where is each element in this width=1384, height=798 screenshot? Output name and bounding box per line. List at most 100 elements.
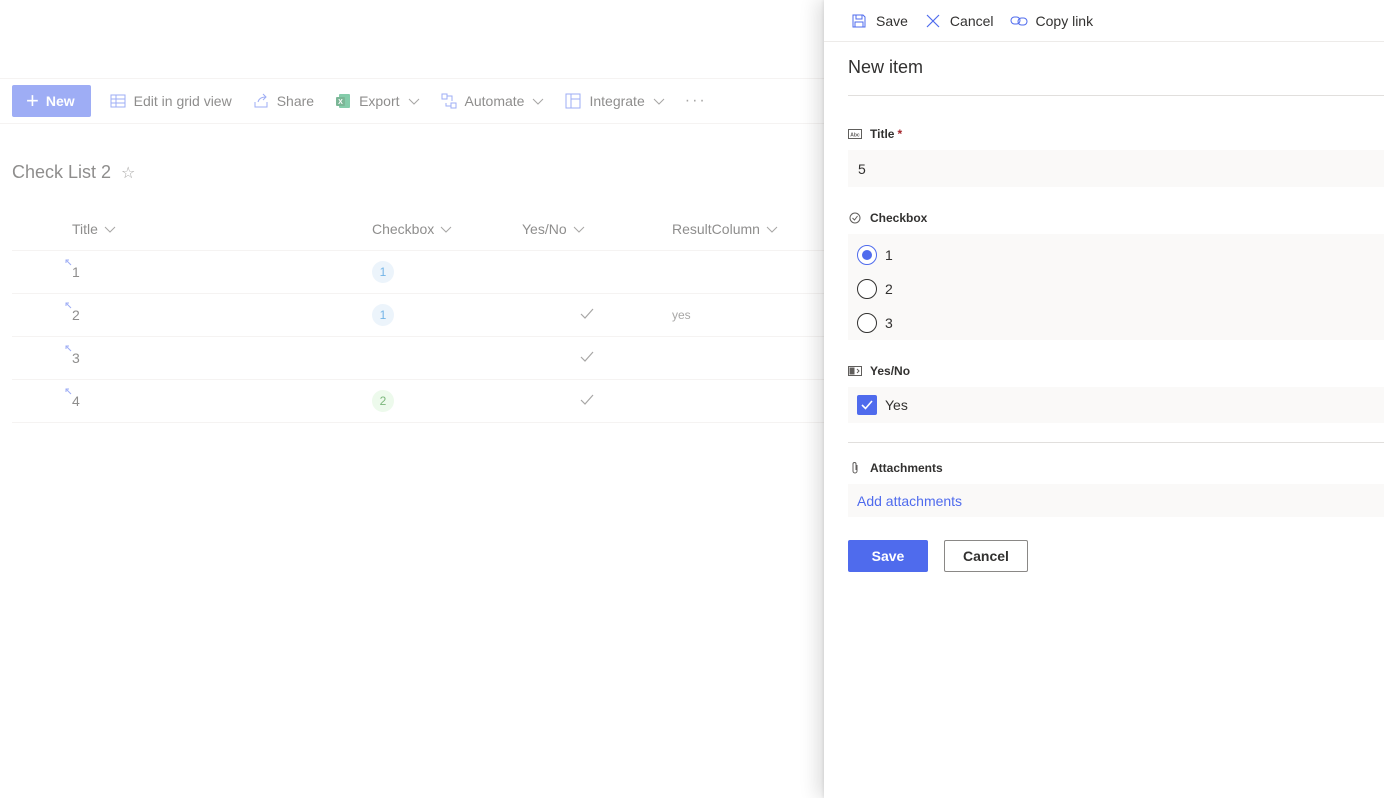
share-label: Share bbox=[276, 93, 315, 109]
yesno-checkbox-row[interactable]: Yes bbox=[848, 387, 1384, 423]
row-result: yes bbox=[672, 308, 691, 322]
checkbox-choices: 1 2 3 bbox=[848, 234, 1384, 340]
panel-cancel-label: Cancel bbox=[949, 12, 994, 29]
chevron-down-icon bbox=[440, 221, 452, 237]
chevron-down-icon bbox=[104, 221, 116, 237]
text-field-icon: Abc bbox=[848, 127, 862, 141]
link-icon bbox=[1010, 12, 1028, 30]
chevron-down-icon bbox=[408, 93, 420, 109]
share-button[interactable]: Share bbox=[242, 85, 324, 117]
checkbox-field-label: Checkbox bbox=[848, 209, 1384, 227]
row-checkbox: 1 bbox=[372, 251, 394, 293]
divider bbox=[848, 95, 1384, 96]
row-title[interactable]: 2 bbox=[72, 294, 80, 336]
new-button-label: New bbox=[45, 93, 75, 109]
list-title: Check List 2 ☆ bbox=[12, 162, 135, 183]
edit-grid-button[interactable]: Edit in grid view bbox=[99, 85, 242, 117]
row-yesno bbox=[522, 380, 594, 422]
title-input[interactable]: 5 bbox=[848, 150, 1384, 187]
panel-toolbar: Save Cancel Copy link bbox=[824, 0, 1384, 42]
copy-link-button[interactable]: Copy link bbox=[1010, 12, 1094, 30]
list-page: + New Edit in grid view Share X Export A… bbox=[0, 0, 824, 798]
new-button[interactable]: + New bbox=[12, 85, 91, 117]
integrate-icon bbox=[564, 92, 582, 110]
yesno-field: Yes/No Yes bbox=[848, 362, 1384, 423]
column-header-resultcolumn[interactable]: ResultColumn bbox=[672, 208, 778, 250]
share-icon bbox=[252, 92, 270, 110]
cancel-button[interactable]: Cancel bbox=[944, 540, 1028, 572]
table-row[interactable]: 2 1 yes bbox=[12, 294, 824, 337]
row-yesno bbox=[522, 337, 594, 379]
radio-selected[interactable] bbox=[857, 245, 877, 265]
choice-option-2[interactable]: 2 bbox=[848, 272, 1384, 306]
add-attachments-link[interactable]: Add attachments bbox=[848, 484, 1384, 517]
radio-unselected[interactable] bbox=[857, 313, 877, 333]
choice-option-3[interactable]: 3 bbox=[848, 306, 1384, 340]
row-title[interactable]: 4 bbox=[72, 380, 80, 422]
checkbox-pill: 1 bbox=[372, 261, 394, 283]
toggle-icon bbox=[848, 364, 862, 378]
checkmark-icon bbox=[580, 350, 594, 366]
table-row[interactable]: 1 1 bbox=[12, 251, 824, 294]
command-bar: + New Edit in grid view Share X Export A… bbox=[0, 78, 824, 124]
checkmark-icon bbox=[580, 393, 594, 409]
yesno-value-label: Yes bbox=[885, 397, 908, 413]
checkmark-icon bbox=[580, 307, 594, 323]
table-row[interactable]: 3 bbox=[12, 337, 824, 380]
paperclip-icon bbox=[848, 461, 862, 475]
list-title-text: Check List 2 bbox=[12, 162, 112, 182]
divider bbox=[848, 442, 1384, 443]
panel-cancel-button[interactable]: Cancel bbox=[924, 12, 994, 30]
chevron-down-icon bbox=[766, 221, 778, 237]
checkbox-pill: 1 bbox=[372, 304, 394, 326]
close-icon bbox=[924, 12, 942, 30]
grid-icon bbox=[109, 92, 127, 110]
automate-button[interactable]: Automate bbox=[430, 85, 555, 117]
title-field: Abc Title * 5 bbox=[848, 125, 1384, 187]
save-icon bbox=[850, 12, 868, 30]
row-title[interactable]: 1 bbox=[72, 251, 80, 293]
export-button[interactable]: X Export bbox=[324, 85, 429, 117]
yesno-field-label: Yes/No bbox=[848, 362, 1384, 380]
edit-grid-label: Edit in grid view bbox=[133, 93, 232, 109]
choice-option-1[interactable]: 1 bbox=[848, 238, 1384, 272]
radio-unselected[interactable] bbox=[857, 279, 877, 299]
table-row[interactable]: 4 2 bbox=[12, 380, 824, 423]
export-label: Export bbox=[359, 93, 400, 109]
row-yesno bbox=[522, 294, 594, 336]
chevron-down-icon bbox=[532, 93, 544, 109]
panel-actions: Save Cancel bbox=[848, 540, 1384, 572]
list-grid: Title Checkbox Yes/No ResultColumn 1 1 2… bbox=[12, 208, 824, 423]
new-item-panel: Save Cancel Copy link New item Abc Title… bbox=[824, 0, 1384, 798]
panel-save-button[interactable]: Save bbox=[850, 12, 908, 30]
copy-link-label: Copy link bbox=[1035, 12, 1094, 29]
svg-text:Abc: Abc bbox=[850, 133, 860, 139]
choice-icon bbox=[848, 211, 862, 225]
star-icon[interactable]: ☆ bbox=[121, 163, 135, 183]
checkbox-checked[interactable] bbox=[857, 395, 877, 415]
required-marker: * bbox=[897, 127, 903, 141]
automate-label: Automate bbox=[464, 93, 525, 109]
panel-save-label: Save bbox=[876, 12, 908, 29]
more-button[interactable]: ··· bbox=[675, 85, 717, 117]
automate-icon bbox=[440, 92, 458, 110]
svg-text:X: X bbox=[338, 99, 343, 106]
save-button[interactable]: Save bbox=[848, 540, 928, 572]
attachments-field: Attachments Add attachments bbox=[848, 459, 1384, 517]
row-checkbox: 2 bbox=[372, 380, 394, 422]
column-header-row: Title Checkbox Yes/No ResultColumn bbox=[12, 208, 824, 251]
checkbox-pill: 2 bbox=[372, 390, 394, 412]
integrate-button[interactable]: Integrate bbox=[554, 85, 674, 117]
chevron-down-icon bbox=[653, 93, 665, 109]
more-icon: ··· bbox=[684, 92, 707, 109]
row-title[interactable]: 3 bbox=[72, 337, 80, 379]
column-header-title[interactable]: Title bbox=[72, 208, 116, 250]
panel-title: New item bbox=[848, 57, 924, 77]
column-header-yesno[interactable]: Yes/No bbox=[522, 208, 585, 250]
chevron-down-icon bbox=[573, 221, 585, 237]
checkbox-field: Checkbox 1 2 3 bbox=[848, 209, 1384, 340]
plus-icon: + bbox=[26, 88, 39, 113]
column-header-checkbox[interactable]: Checkbox bbox=[372, 208, 452, 250]
integrate-label: Integrate bbox=[589, 93, 645, 109]
title-field-label: Abc Title * bbox=[848, 125, 1384, 143]
